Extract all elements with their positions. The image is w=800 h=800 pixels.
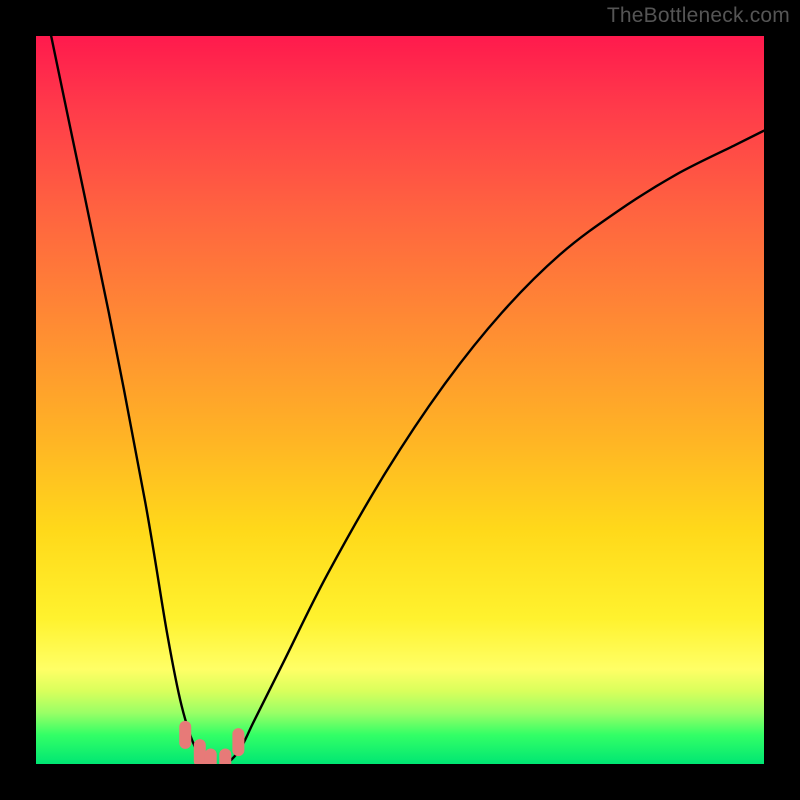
bottleneck-curve-path [36,36,764,764]
plot-frame [36,36,764,764]
watermark-text: TheBottleneck.com [607,4,790,28]
valley-marker-dot [179,721,191,749]
bottleneck-chart [36,36,764,764]
valley-marker-dot [205,749,217,764]
valley-marker-dot [232,728,244,756]
valley-marker-dot [219,749,231,764]
valley-marker-dot [194,739,206,764]
